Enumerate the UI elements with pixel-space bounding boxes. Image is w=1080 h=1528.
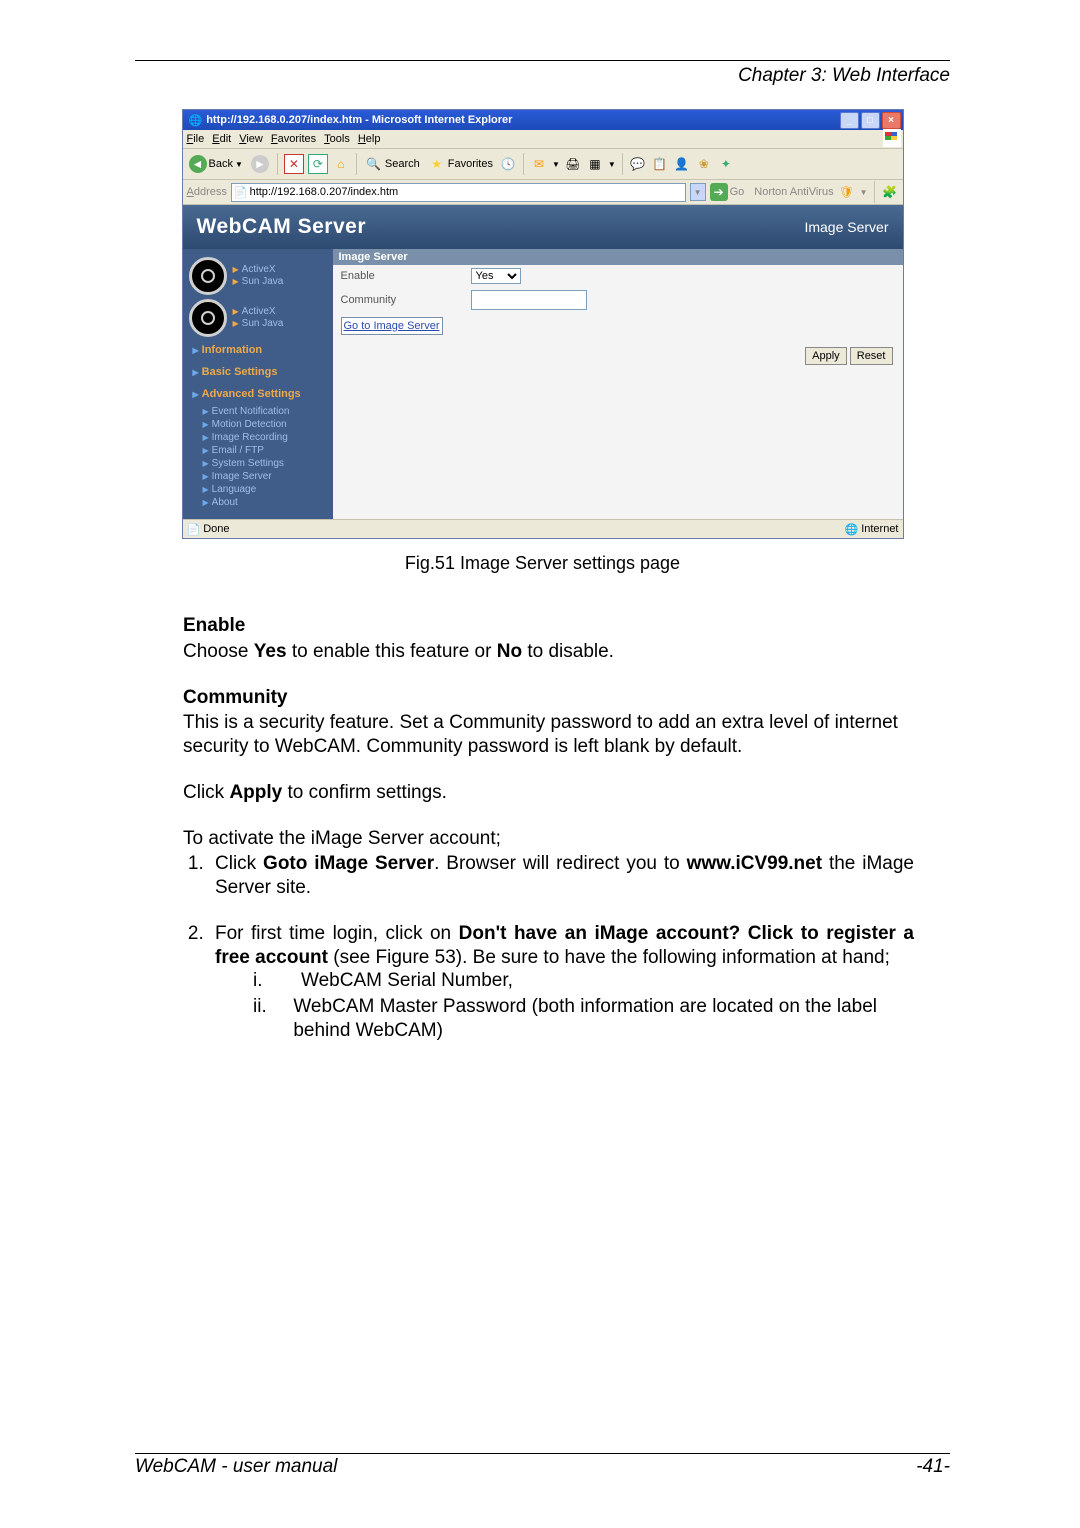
refresh-icon[interactable]: ⟳ xyxy=(308,154,328,174)
menu-file[interactable]: File xyxy=(187,133,205,145)
maximize-button[interactable]: □ xyxy=(861,112,880,129)
search-button[interactable]: 🔍Search xyxy=(363,153,422,175)
history-icon[interactable]: 🕓 xyxy=(499,155,517,173)
enable-select[interactable]: Yes xyxy=(471,268,521,284)
menu-edit[interactable]: Edit xyxy=(212,133,231,145)
norton-icon[interactable]: 🛡 xyxy=(838,183,856,201)
sidebar-language[interactable]: ▶Language xyxy=(183,483,333,496)
figure-caption: Fig.51 Image Server settings page xyxy=(135,553,950,574)
reset-button[interactable]: Reset xyxy=(850,347,893,365)
apply-button[interactable]: Apply xyxy=(805,347,847,365)
camera2-icon xyxy=(189,299,227,337)
status-bar: 📄 Done 🌐 Internet xyxy=(183,519,903,538)
enable-label: Enable xyxy=(341,270,471,282)
ie-flag-icon xyxy=(883,129,901,147)
camera1-icon xyxy=(189,257,227,295)
ie-window: 🌐 http://192.168.0.207/index.htm - Micro… xyxy=(182,109,904,539)
stop-icon[interactable]: ✕ xyxy=(284,154,304,174)
enable-paragraph: Choose Yes to enable this feature or No … xyxy=(183,640,914,664)
enable-heading: Enable xyxy=(183,614,914,638)
cam1-activex[interactable]: ▶ActiveX xyxy=(233,264,284,276)
address-dropdown-icon[interactable]: ▼ xyxy=(690,183,706,201)
address-label: Address xyxy=(187,186,227,198)
address-bar: Address 📄 http://192.168.0.207/index.htm… xyxy=(183,180,903,205)
menu-view[interactable]: View xyxy=(239,133,263,145)
window-title: http://192.168.0.207/index.htm - Microso… xyxy=(206,114,512,126)
extra-icon-2[interactable]: ✦ xyxy=(717,155,735,173)
favorites-button[interactable]: ★Favorites xyxy=(426,153,495,175)
messenger-icon[interactable]: 👤 xyxy=(673,155,691,173)
home-icon[interactable]: ⌂ xyxy=(332,155,350,173)
research-icon[interactable]: 📋 xyxy=(651,155,669,173)
menu-bar: File Edit View Favorites Tools Help xyxy=(183,130,903,149)
content-panel: Image Server Enable Yes Community Go to … xyxy=(333,249,903,519)
sidebar-system-settings[interactable]: ▶System Settings xyxy=(183,457,333,470)
header-right-label: Image Server xyxy=(804,219,888,235)
menu-favorites[interactable]: Favorites xyxy=(271,133,316,145)
status-done-icon: 📄 xyxy=(187,523,201,536)
sidebar-about[interactable]: ▶About xyxy=(183,496,333,509)
community-heading: Community xyxy=(183,686,914,710)
footer-left: WebCAM - user manual xyxy=(135,1456,337,1478)
ie-page-icon: 🌐 xyxy=(189,114,203,127)
edit-icon[interactable]: ▦ xyxy=(586,155,604,173)
sidebar-information[interactable]: ▶Information xyxy=(183,339,333,361)
cam2-activex[interactable]: ▶ActiveX xyxy=(233,306,284,318)
titlebar: 🌐 http://192.168.0.207/index.htm - Micro… xyxy=(183,110,903,130)
activate-paragraph: To activate the iMage Server account; xyxy=(183,827,914,851)
go-button[interactable]: ➔Go xyxy=(710,183,745,201)
cam1-sunjava[interactable]: ▶Sun Java xyxy=(233,276,284,288)
sidebar-basic-settings[interactable]: ▶Basic Settings xyxy=(183,361,333,383)
links-icon[interactable]: 🧩 xyxy=(881,183,899,201)
address-input[interactable]: 📄 http://192.168.0.207/index.htm xyxy=(231,183,686,202)
toolbar: ◄Back▼ ► ✕ ⟳ ⌂ 🔍Search ★Favorites 🕓 ✉▼ 🖨… xyxy=(183,149,903,180)
apply-paragraph: Click Apply to confirm settings. xyxy=(183,781,914,805)
sidebar-motion-detection[interactable]: ▶Motion Detection xyxy=(183,418,333,431)
mail-icon[interactable]: ✉ xyxy=(530,155,548,173)
sidebar: ▶ActiveX ▶Sun Java ▶ActiveX ▶Sun Java ▶I… xyxy=(183,249,333,519)
sidebar-image-server[interactable]: ▶Image Server xyxy=(183,470,333,483)
community-input[interactable] xyxy=(471,290,587,310)
back-button[interactable]: ◄Back▼ xyxy=(187,153,245,175)
menu-help[interactable]: Help xyxy=(358,133,381,145)
app-title: WebCAM Server xyxy=(197,215,805,239)
step2-ii: ii.WebCAM Master Password (both informat… xyxy=(253,995,914,1043)
app-header: WebCAM Server Image Server xyxy=(183,205,903,249)
step2-i: i.WebCAM Serial Number, xyxy=(253,969,914,993)
menu-tools[interactable]: Tools xyxy=(324,133,350,145)
norton-antivirus[interactable]: Norton AntiVirus xyxy=(754,186,833,198)
sidebar-image-recording[interactable]: ▶Image Recording xyxy=(183,431,333,444)
status-done: Done xyxy=(203,523,229,535)
sidebar-event-notification[interactable]: ▶Event Notification xyxy=(183,405,333,418)
discuss-icon[interactable]: 💬 xyxy=(629,155,647,173)
extra-icon-1[interactable]: ❀ xyxy=(695,155,713,173)
zone-icon: 🌐 xyxy=(844,523,858,536)
cam2-sunjava[interactable]: ▶Sun Java xyxy=(233,318,284,330)
community-label: Community xyxy=(341,294,471,306)
panel-heading: Image Server xyxy=(333,249,903,265)
go-to-image-server-link[interactable]: Go to Image Server xyxy=(344,320,440,332)
footer-right: -41- xyxy=(916,1456,950,1478)
community-paragraph: This is a security feature. Set a Commun… xyxy=(183,711,914,759)
chapter-title: Chapter 3: Web Interface xyxy=(135,65,950,87)
close-button[interactable]: × xyxy=(882,112,901,129)
page-footer: WebCAM - user manual -41- xyxy=(135,1453,950,1478)
sidebar-advanced-settings[interactable]: ▶Advanced Settings xyxy=(183,383,333,405)
step-1: Click Goto iMage Server. Browser will re… xyxy=(209,852,914,900)
page-icon: 📄 xyxy=(234,186,248,199)
forward-button[interactable]: ► xyxy=(249,153,271,175)
print-icon[interactable]: 🖨 xyxy=(564,155,582,173)
step-2: For first time login, click on Don't hav… xyxy=(209,922,914,1043)
sidebar-email-ftp[interactable]: ▶Email / FTP xyxy=(183,444,333,457)
zone-text: Internet xyxy=(861,523,898,535)
minimize-button[interactable]: _ xyxy=(840,112,859,129)
